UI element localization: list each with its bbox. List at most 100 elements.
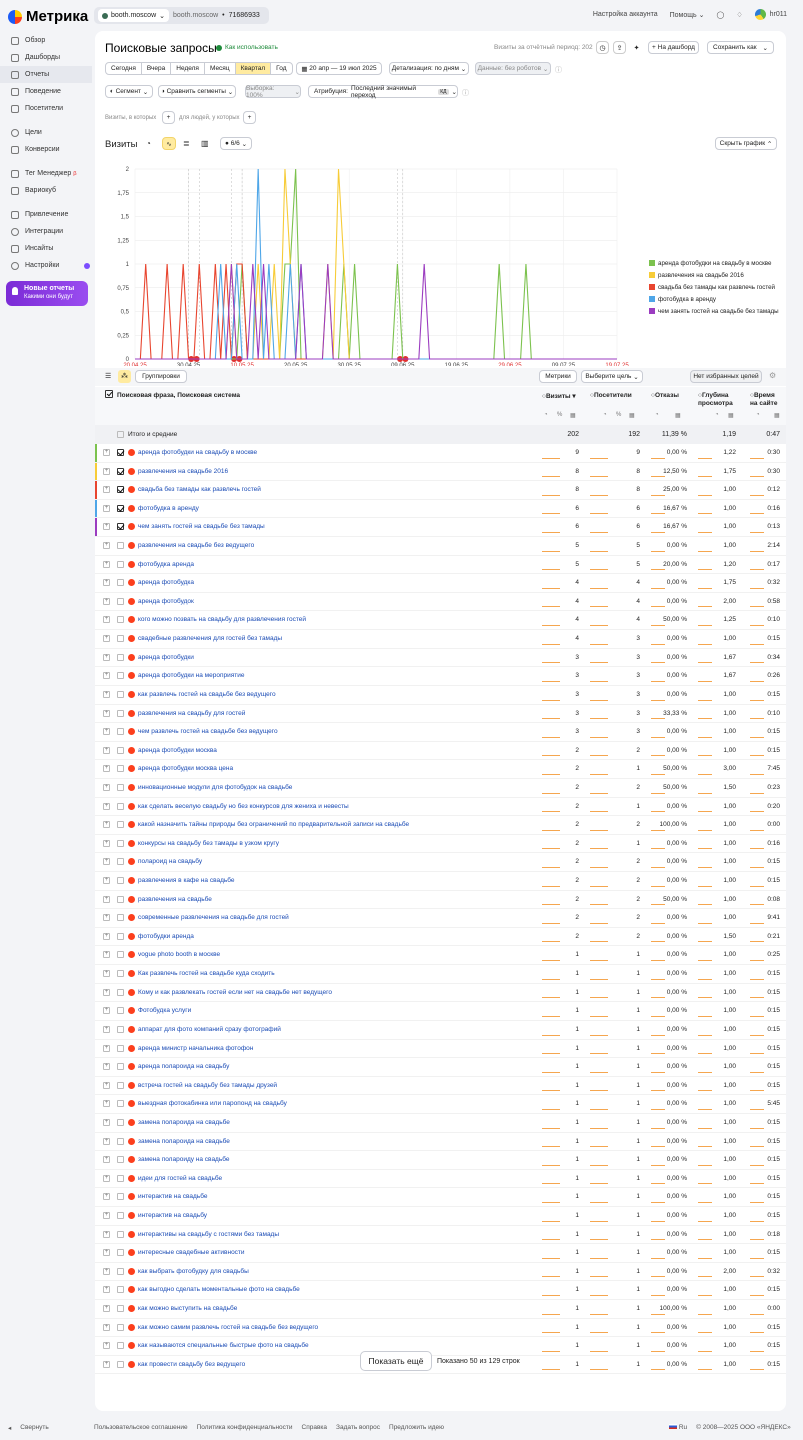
row-checkbox[interactable]: [117, 858, 124, 866]
row-checkbox[interactable]: [117, 653, 124, 661]
search-phrase-link[interactable]: аренда фотобудки москва цена: [138, 765, 233, 772]
search-phrase-link[interactable]: Фотобудка услуги: [138, 1007, 191, 1014]
expand-icon[interactable]: +: [103, 802, 110, 810]
row-checkbox[interactable]: [117, 1063, 124, 1071]
show-more-button[interactable]: Показать ещё: [360, 1351, 432, 1371]
search-phrase-link[interactable]: фотобудки аренда: [138, 933, 194, 940]
sidebar-item-tag-manager[interactable]: Тег Менеджер β: [0, 165, 92, 182]
expand-icon[interactable]: +: [103, 709, 110, 717]
row-checkbox[interactable]: [117, 1100, 124, 1108]
table-row[interactable]: + фотобудка аренда 5 5 20,00 % 1,20 0:17: [95, 556, 786, 575]
row-checkbox[interactable]: [117, 449, 124, 456]
table-row[interactable]: + аренда фотобудки на свадьбу в москве 9 9 0…: [95, 444, 786, 463]
bell-icon[interactable]: ♢: [736, 11, 742, 19]
sidebar-item-acquisition[interactable]: Привлечение: [0, 206, 92, 223]
add-visit-condition-button[interactable]: +: [162, 111, 175, 124]
table-row[interactable]: + инновационные модули для фотобудок на с…: [95, 779, 786, 798]
column-visits[interactable]: ○Визиты ▾: [542, 392, 576, 400]
search-phrase-link[interactable]: фотобудка в аренду: [138, 505, 199, 512]
table-row[interactable]: + Кому и как развлекать гостей если нет н…: [95, 984, 786, 1003]
row-checkbox[interactable]: [117, 1156, 124, 1164]
gear-icon[interactable]: ⚙: [769, 371, 776, 380]
search-phrase-link[interactable]: развлечения на свадьбе: [138, 896, 212, 903]
table-row[interactable]: + развлечения на свадьбу для гостей 3 3 33,3…: [95, 705, 786, 724]
search-phrase-link[interactable]: идеи для гостей на свадьбе: [138, 1175, 222, 1182]
search-phrase-link[interactable]: интерактивы на свадьбу с гостями без там…: [138, 1231, 279, 1238]
table-row[interactable]: + интересные свадебные активности 1 1 0,00 %…: [95, 1244, 786, 1263]
search-phrase-link[interactable]: аренда фотобудка: [138, 579, 194, 586]
search-phrase-link[interactable]: чем занять гостей на свадьбе без тамады: [138, 523, 265, 530]
table-row[interactable]: + как выбрать фотобудку для свадьбы 1 1 0,00…: [95, 1263, 786, 1282]
row-checkbox[interactable]: [117, 988, 124, 996]
expand-icon[interactable]: +: [103, 635, 110, 643]
column-view-icon[interactable]: ◔: [715, 412, 719, 418]
legend-swatch[interactable]: [649, 260, 655, 266]
expand-icon[interactable]: +: [103, 821, 110, 829]
expand-icon[interactable]: +: [103, 858, 110, 866]
table-row[interactable]: + аренда фотобудка 4 4 0,00 % 1,75 0:32: [95, 574, 786, 593]
sidebar-item-reports[interactable]: Отчеты: [0, 66, 92, 83]
table-row[interactable]: + аренда фотобудок 4 4 0,00 % 2,00 0:58: [95, 593, 786, 612]
table-row[interactable]: + чем развлечь гостей на свадьбе без веду…: [95, 723, 786, 742]
column-bounce[interactable]: ○Отказы: [651, 392, 679, 399]
table-row[interactable]: + аренда фотобудки 3 3 0,00 % 1,67 0:34: [95, 649, 786, 668]
column-view-icon[interactable]: ◔: [603, 412, 607, 418]
row-checkbox[interactable]: [117, 690, 124, 698]
search-phrase-link[interactable]: развлечения на свадьбу для гостей: [138, 710, 245, 717]
dimension-header[interactable]: Поисковая фраза, Поисковая система: [117, 392, 240, 399]
expand-icon[interactable]: +: [103, 970, 110, 978]
expand-icon[interactable]: +: [103, 616, 110, 624]
column-view-icon[interactable]: ▦: [675, 412, 681, 419]
table-row[interactable]: + интерактив на свадьбе 1 1 0,00 % 1,00 0:15: [95, 1188, 786, 1207]
expand-icon[interactable]: +: [103, 1342, 110, 1350]
help-menu[interactable]: Помощь ⌄: [670, 11, 705, 19]
search-phrase-link[interactable]: аренда фотобудки: [138, 654, 194, 661]
user-menu[interactable]: hr011: [754, 9, 787, 20]
sidebar-item-conversions[interactable]: Конверсии: [0, 141, 92, 158]
search-phrase-link[interactable]: выездная фотокабинка или паропонд на сва…: [138, 1100, 287, 1107]
legend-entry[interactable]: развлечения на свадьбе 2016: [658, 272, 744, 279]
expand-icon[interactable]: +: [103, 1323, 110, 1331]
column-time[interactable]: ○Время на сайте: [750, 392, 782, 408]
legend-swatch[interactable]: [649, 284, 655, 290]
search-phrase-link[interactable]: интересные свадебные активности: [138, 1249, 245, 1256]
goal-selector[interactable]: Выберите цель ⌄: [581, 370, 643, 383]
language-switch[interactable]: Ru: [669, 1424, 687, 1431]
row-checkbox[interactable]: [117, 635, 124, 643]
row-checkbox[interactable]: [117, 839, 124, 847]
search-phrase-link[interactable]: чем развлечь гостей на свадьбе без ведущ…: [138, 728, 278, 735]
search-phrase-link[interactable]: как называются специальные быстрые фото …: [138, 1342, 309, 1349]
expand-icon[interactable]: +: [103, 914, 110, 922]
favorite-goals-button[interactable]: Нет избранных целей: [690, 370, 762, 383]
search-phrase-link[interactable]: аренда полароида на свадьбу: [138, 1063, 229, 1070]
table-row[interactable]: + аренда фотобудки на мероприятие 3 3 0,00 %…: [95, 667, 786, 686]
search-phrase-link[interactable]: как сделать веселую свадьбу но без конку…: [138, 803, 349, 810]
row-checkbox[interactable]: [117, 970, 124, 978]
expand-icon[interactable]: +: [103, 486, 110, 494]
table-row[interactable]: + Фотобудка услуги 1 1 0,00 % 1,00 0:15: [95, 1002, 786, 1021]
table-row[interactable]: + замена полароида на свадьбе 1 1 0,00 % 1,00…: [95, 1114, 786, 1133]
footer-link-idea[interactable]: Предложить идею: [389, 1424, 444, 1431]
row-checkbox[interactable]: [117, 1360, 124, 1368]
search-phrase-link[interactable]: замена полароиду на свадьбе: [138, 1156, 230, 1163]
table-row[interactable]: + как можно самим развлечь гостей на свад…: [95, 1319, 786, 1338]
row-checkbox[interactable]: [117, 728, 124, 736]
search-phrase-link[interactable]: современные развлечения на свадьбе для г…: [138, 914, 289, 921]
column-view-icon[interactable]: ◔: [655, 412, 659, 418]
row-checkbox[interactable]: [117, 504, 124, 512]
row-checkbox[interactable]: [117, 1081, 124, 1089]
row-checkbox[interactable]: [117, 951, 124, 959]
expand-icon[interactable]: +: [103, 1286, 110, 1294]
expand-icon[interactable]: +: [103, 672, 110, 680]
robots-filter[interactable]: Данные: без роботов ⌄: [475, 62, 551, 75]
row-checkbox[interactable]: [117, 1305, 124, 1313]
sidebar-item-overview[interactable]: Обзор: [0, 32, 92, 49]
expand-icon[interactable]: +: [103, 1156, 110, 1164]
row-checkbox[interactable]: [117, 783, 124, 791]
table-row[interactable]: + современные развлечения на свадьбе для …: [95, 909, 786, 928]
row-checkbox[interactable]: [117, 1044, 124, 1052]
footer-link-ask[interactable]: Задать вопрос: [336, 1424, 380, 1431]
table-row[interactable]: + конкурсы на свадьбу без тамады в узком …: [95, 835, 786, 854]
table-row[interactable]: + vogue photo booth в москве 1 1 0,00 % 1,00 0…: [95, 946, 786, 966]
expand-icon[interactable]: +: [103, 1137, 110, 1145]
